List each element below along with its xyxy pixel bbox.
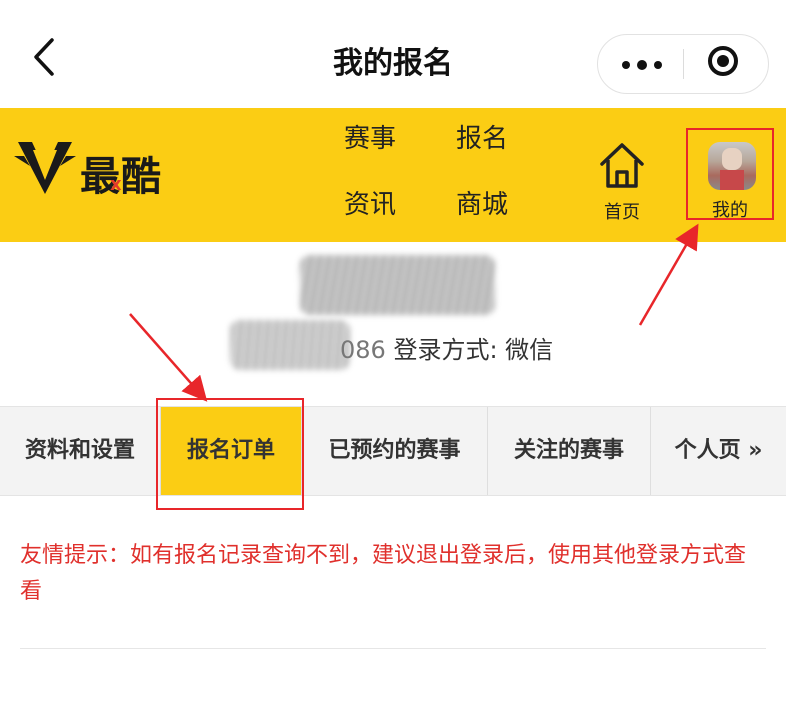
capsule-menu	[597, 34, 769, 94]
mine-label: 我的	[712, 200, 748, 221]
nav-link-events[interactable]: 赛事	[344, 122, 396, 156]
login-method: 登录方式: 微信	[393, 336, 554, 364]
tab-profile-settings[interactable]: 资料和设置	[0, 407, 160, 495]
tab-followed-events[interactable]: 关注的赛事	[488, 407, 650, 495]
mine-button[interactable]: 我的	[686, 128, 774, 221]
arrow-to-orders-tab	[129, 313, 208, 402]
home-icon	[600, 143, 644, 188]
notice-text: 友情提示：如有报名记录查询不到，建议退出登录后，使用其他登录方式查看	[20, 543, 747, 604]
more-dots-icon	[622, 61, 630, 69]
tab-booked-events[interactable]: 已预约的赛事	[302, 407, 487, 495]
avatar-shirt	[720, 170, 744, 190]
more-dots-icon	[654, 61, 662, 69]
logo[interactable]: 最酷 x	[14, 136, 174, 206]
profile-info: 086 登录方式: 微信	[340, 334, 553, 366]
nav-link-mall[interactable]: 商城	[456, 188, 508, 222]
home-label: 首页	[604, 202, 640, 223]
redacted-account	[230, 320, 350, 370]
nav-link-signup[interactable]: 报名	[456, 122, 508, 156]
target-dot	[717, 55, 729, 67]
avatar-face	[722, 148, 742, 170]
top-navigation-bar: 我的报名	[0, 0, 786, 108]
close-miniprogram-button[interactable]	[684, 35, 768, 93]
nav-link-news[interactable]: 资讯	[344, 188, 396, 222]
more-button[interactable]	[598, 35, 684, 93]
home-button[interactable]: 首页	[592, 140, 652, 224]
logo-accent: x	[110, 174, 122, 195]
tab-bar: 资料和设置 报名订单 已预约的赛事 关注的赛事 个人页 »	[0, 406, 786, 496]
avatar	[708, 142, 756, 190]
more-dots-icon	[637, 60, 647, 70]
tab-signup-orders[interactable]: 报名订单	[161, 407, 301, 495]
arrow-to-mine	[638, 223, 699, 326]
tab-personal-page[interactable]: 个人页 »	[651, 407, 786, 495]
account-number-suffix: 086	[340, 336, 386, 364]
logo-emblem-icon	[14, 142, 76, 194]
divider	[20, 648, 766, 649]
redacted-nickname	[300, 255, 495, 315]
